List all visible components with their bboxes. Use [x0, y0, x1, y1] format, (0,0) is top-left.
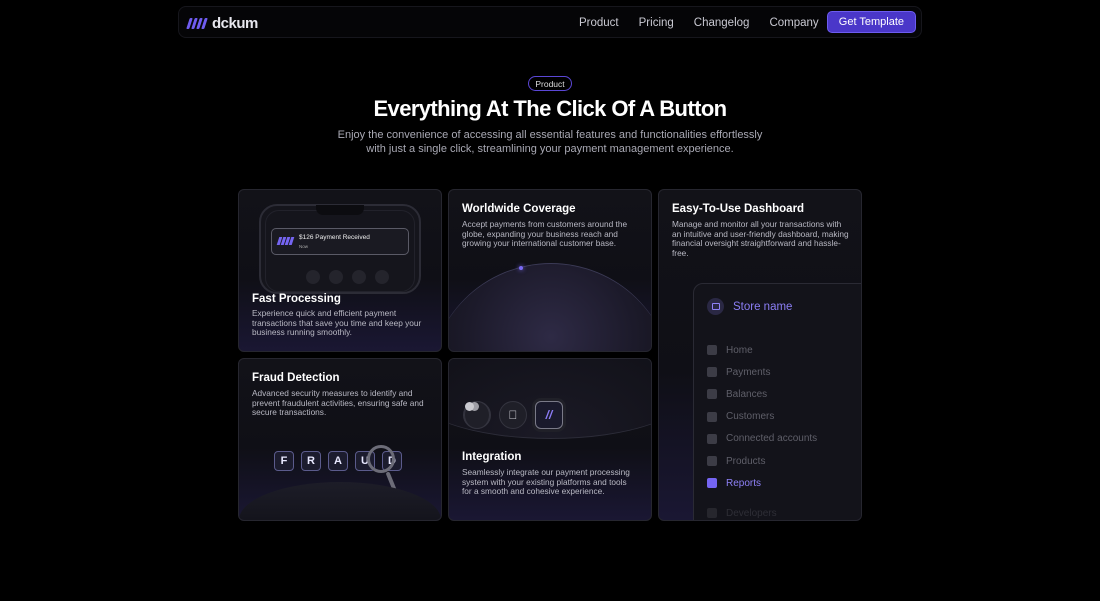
letter-tile: A	[328, 451, 348, 471]
nav-link-changelog[interactable]: Changelog	[694, 17, 750, 29]
menu-item-connected-accounts[interactable]: Connected accounts	[707, 428, 817, 450]
nav-link-company[interactable]: Company	[769, 17, 818, 29]
card-title: Fast Processing	[252, 293, 341, 305]
menu-item-payments[interactable]: Payments	[707, 361, 817, 383]
customers-icon	[707, 411, 717, 422]
dashboard-menu: Home Payments Balances Customers Connect…	[707, 339, 817, 520]
nav-links: Product Pricing Changelog Company	[579, 7, 839, 39]
dashboard-preview: Store name Home Payments Balances Custom…	[693, 283, 861, 520]
logo-mark-icon	[186, 18, 208, 29]
card-description: Manage and monitor all your transactions…	[672, 219, 849, 258]
menu-item-products[interactable]: Products	[707, 450, 817, 472]
globe-illustration	[449, 263, 651, 351]
get-template-button[interactable]: Get Template	[826, 11, 916, 33]
chart-icon	[707, 478, 717, 489]
card-title: Integration	[462, 451, 522, 463]
card-fast-processing: $126 Payment Received Now Fast Processin…	[238, 189, 442, 352]
top-navbar: dckum Product Pricing Changelog Company …	[178, 6, 922, 38]
app-dots	[306, 270, 389, 284]
box-icon	[707, 456, 717, 467]
decorative-base	[239, 482, 441, 520]
notification-time: Now	[299, 244, 309, 249]
menu-item-developers[interactable]: Developers	[707, 502, 817, 520]
brand-logo-icon: //	[535, 401, 563, 429]
store-header[interactable]: Store name	[707, 298, 792, 315]
notification-text: $126 Payment Received	[299, 234, 370, 241]
card-worldwide-coverage: Worldwide Coverage Accept payments from …	[448, 189, 652, 352]
card-integration:  // Integration Seamlessly integrate ou…	[448, 358, 652, 521]
store-name: Store name	[733, 300, 793, 313]
card-fraud-detection: Fraud Detection Advanced security measur…	[238, 358, 442, 521]
section-badge: Product	[528, 76, 572, 91]
menu-item-balances[interactable]: Balances	[707, 383, 817, 405]
logo-text: dckum	[212, 15, 258, 32]
apple-icon: 	[499, 401, 527, 429]
menu-item-home[interactable]: Home	[707, 339, 817, 361]
card-description: Advanced security measures to identify a…	[252, 388, 424, 418]
logo[interactable]: dckum	[186, 15, 258, 32]
card-dashboard: Easy-To-Use Dashboard Manage and monitor…	[658, 189, 862, 521]
payments-icon	[707, 367, 717, 378]
card-title: Worldwide Coverage	[462, 203, 576, 215]
menu-item-reports[interactable]: Reports	[707, 472, 817, 494]
location-dot-icon	[519, 266, 523, 270]
nav-link-pricing[interactable]: Pricing	[639, 17, 674, 29]
integration-icons:  //	[463, 401, 563, 429]
section-subtitle: Enjoy the convenience of accessing all e…	[337, 129, 763, 155]
section-title: Everything At The Click Of A Button	[373, 96, 727, 121]
payment-notification: $126 Payment Received Now	[271, 228, 409, 255]
card-title: Easy-To-Use Dashboard	[672, 203, 805, 215]
mastercard-icon	[463, 401, 491, 429]
nav-link-product[interactable]: Product	[579, 17, 619, 29]
home-icon	[707, 345, 717, 356]
code-icon	[707, 508, 717, 519]
brand-logo-icon	[276, 237, 294, 245]
card-title: Fraud Detection	[252, 372, 340, 384]
card-description: Seamlessly integrate our payment process…	[462, 467, 630, 497]
letter-tile: R	[301, 451, 321, 471]
card-description: Experience quick and efficient payment t…	[252, 308, 422, 338]
menu-item-customers[interactable]: Customers	[707, 406, 817, 428]
store-icon	[707, 298, 724, 315]
globe-icon	[707, 433, 717, 444]
magnifier-icon	[367, 445, 395, 473]
card-description: Accept payments from customers around th…	[462, 219, 628, 249]
letter-tile: F	[274, 451, 294, 471]
balances-icon	[707, 389, 717, 400]
